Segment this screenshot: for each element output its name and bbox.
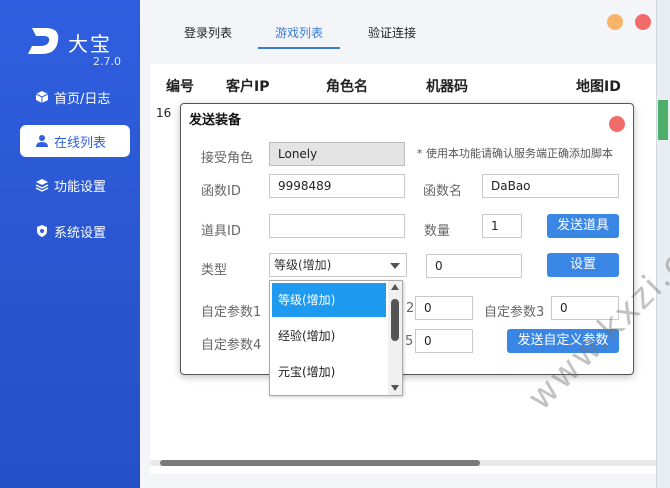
chevron-down-icon [390, 263, 400, 269]
func-name-label: 函数名 [423, 184, 463, 199]
column-header-id: 编号 [166, 79, 194, 95]
column-header-map-id: 地图ID [576, 79, 621, 95]
quantity-label: 数量 [424, 224, 451, 239]
column-header-client-ip: 客户IP [226, 79, 270, 95]
active-tab-underline [258, 47, 340, 49]
dialog-close-button[interactable] [609, 116, 625, 132]
dropdown-option[interactable]: 经验(增加) [272, 319, 386, 353]
background-window-green-block [658, 100, 668, 140]
tab-verify-connection[interactable]: 验证连接 [368, 24, 416, 48]
param2-field[interactable] [415, 296, 473, 320]
tab-login-list[interactable]: 登录列表 [184, 24, 232, 48]
sidebar-item-system-settings[interactable]: 系统设置 [20, 215, 130, 247]
shield-gear-icon [34, 223, 50, 239]
dropdown-scrollbar-thumb[interactable] [391, 299, 399, 341]
param5-label-partial: 5 [405, 334, 414, 349]
type-select[interactable]: 等级(增加) [269, 253, 407, 277]
type-dropdown-list: 等级(增加) 经验(增加) 元宝(增加) [269, 280, 403, 396]
logo-d-icon [28, 28, 59, 54]
send-equipment-dialog: 发送装备 接受角色 * 使用本功能请确认服务端正确添加脚本 函数ID 函数名 道… [180, 103, 634, 396]
script-hint: * 使用本功能请确认服务端正确添加脚本 [417, 147, 613, 160]
layers-icon [34, 177, 50, 193]
table-row-id-fragment: 16 [156, 106, 172, 120]
column-header-machine-code: 机器码 [426, 79, 468, 95]
func-id-label: 函数ID [201, 184, 241, 199]
dropdown-option[interactable]: 元宝(增加) [272, 355, 386, 389]
app-version: 2.7.0 [93, 55, 121, 68]
param4-label: 自定参数4 [201, 338, 262, 353]
cube-icon [34, 89, 50, 105]
horizontal-scrollbar-thumb[interactable] [160, 460, 480, 466]
quantity-field[interactable] [482, 214, 522, 238]
send-item-button[interactable]: 发送道具 [547, 214, 619, 238]
user-icon [34, 133, 50, 149]
param2-label-partial: 2 [406, 301, 415, 316]
sidebar-item-home-log[interactable]: 首页/日志 [20, 81, 130, 113]
scroll-down-icon[interactable] [391, 385, 399, 391]
item-id-label: 道具ID [201, 224, 241, 239]
sidebar-item-function-settings[interactable]: 功能设置 [20, 169, 130, 201]
sidebar-item-online-list[interactable]: 在线列表 [20, 125, 130, 157]
sidebar-item-label: 在线列表 [54, 135, 107, 151]
scroll-up-icon[interactable] [391, 284, 399, 290]
param5-field[interactable] [415, 329, 473, 353]
role-field [269, 142, 405, 166]
type-label: 类型 [201, 263, 228, 278]
app-name: 大宝 [68, 32, 112, 56]
minimize-button[interactable] [607, 14, 623, 30]
dropdown-option[interactable]: 等级(增加) [272, 283, 386, 317]
dropdown-scrollbar[interactable] [388, 281, 402, 395]
sidebar-item-label: 功能设置 [54, 179, 107, 195]
sidebar: 大宝 2.7.0 首页/日志 在线列表 功能设置 系统设置 [0, 0, 140, 488]
type-value-field[interactable] [426, 254, 522, 278]
func-id-field[interactable] [269, 174, 405, 198]
sidebar-item-label: 首页/日志 [54, 91, 111, 107]
sidebar-item-label: 系统设置 [54, 225, 107, 241]
dialog-title: 发送装备 [189, 113, 242, 128]
param3-label: 自定参数3 [484, 305, 545, 320]
close-button[interactable] [635, 14, 651, 30]
set-button[interactable]: 设置 [547, 253, 619, 277]
item-id-field[interactable] [269, 214, 405, 238]
tab-game-list[interactable]: 游戏列表 [275, 24, 323, 48]
param1-label: 自定参数1 [201, 305, 262, 320]
role-label: 接受角色 [201, 151, 254, 166]
func-name-field[interactable] [482, 174, 619, 198]
type-select-value: 等级(增加) [274, 258, 332, 272]
column-header-role-name: 角色名 [326, 79, 368, 95]
